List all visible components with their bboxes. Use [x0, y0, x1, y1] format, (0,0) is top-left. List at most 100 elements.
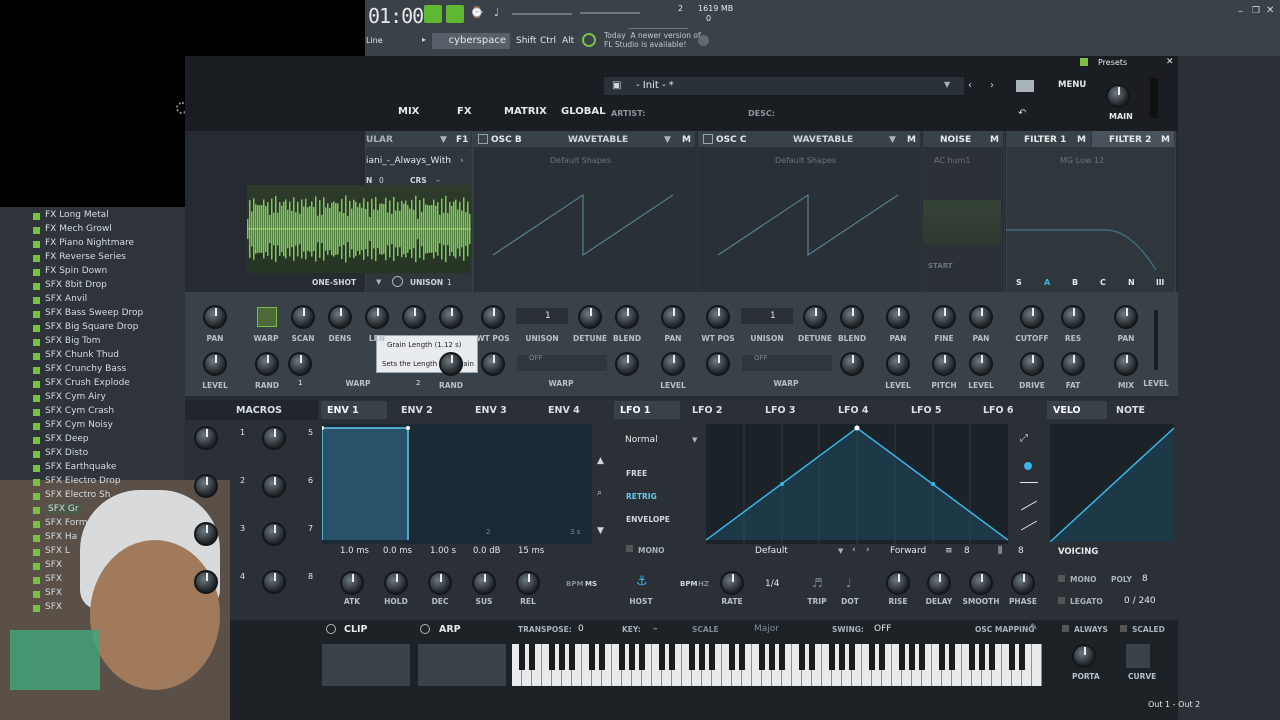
- noise-mute[interactable]: M: [990, 135, 999, 145]
- lfo-preset[interactable]: Default: [755, 546, 788, 556]
- piano-black-key[interactable]: [569, 644, 575, 670]
- piano-black-key[interactable]: [809, 644, 815, 670]
- piano-black-key[interactable]: [779, 644, 785, 670]
- browser-item[interactable]: SFX Crush Explode: [45, 378, 130, 388]
- piano-black-key[interactable]: [589, 644, 595, 670]
- tab-matrix[interactable]: MATRIX: [504, 106, 547, 117]
- scaled-checkbox[interactable]: [1120, 625, 1127, 632]
- key-value[interactable]: –: [653, 624, 658, 634]
- warp-toggle[interactable]: [257, 307, 277, 327]
- osc-b-power[interactable]: [478, 134, 488, 144]
- piano-white-key[interactable]: [1032, 644, 1042, 686]
- env-value-2[interactable]: 0.0 ms: [383, 546, 412, 556]
- osc-a-f1[interactable]: F1: [456, 135, 468, 145]
- rand-knob[interactable]: [255, 352, 279, 376]
- scale-value[interactable]: Major: [754, 624, 779, 634]
- dotted-icon[interactable]: ♩: [846, 576, 852, 590]
- lfo-bpm[interactable]: BPM: [680, 580, 697, 588]
- news-icon[interactable]: [582, 33, 596, 47]
- filter-route-6[interactable]: lll: [1156, 278, 1164, 287]
- macro-knob-7[interactable]: [194, 570, 218, 594]
- swing-value[interactable]: OFF: [874, 624, 891, 634]
- lfo-preset-dropdown-icon[interactable]: ▼: [838, 547, 843, 555]
- curve-control[interactable]: [1126, 644, 1150, 668]
- piano-black-key[interactable]: [549, 644, 555, 670]
- osc-a-level-knob[interactable]: [203, 352, 227, 376]
- warp-amount-knob[interactable]: [288, 352, 312, 376]
- osc-b-type[interactable]: WAVETABLE: [568, 135, 628, 145]
- browser-item[interactable]: SFX: [45, 602, 62, 612]
- osc-c-mute[interactable]: M: [907, 135, 916, 145]
- clip-tab[interactable]: CLIP: [344, 624, 368, 635]
- alt-button[interactable]: Alt: [562, 36, 574, 46]
- osc-c-warp2-knob[interactable]: [840, 352, 864, 376]
- preset-bar[interactable]: ▣ - Init - * ▼: [604, 77, 964, 95]
- unison-power-icon[interactable]: [392, 276, 403, 287]
- env-value-3[interactable]: 1.00 s: [430, 546, 456, 556]
- main-volume-knob[interactable]: [1106, 84, 1130, 108]
- filter-2-mute[interactable]: M: [1161, 135, 1170, 145]
- next-preset-icon[interactable]: ›: [990, 80, 994, 91]
- env-ms[interactable]: MS: [585, 580, 597, 588]
- arp-power-icon[interactable]: [420, 624, 430, 634]
- lfo-expand-icon[interactable]: ⤢: [1020, 433, 1028, 444]
- filter-route-3[interactable]: B: [1072, 278, 1078, 287]
- metronome-icon[interactable]: ♩: [494, 6, 499, 19]
- lfo-rate-value[interactable]: 1/4: [765, 579, 779, 589]
- piano-black-key[interactable]: [599, 644, 605, 670]
- filter-2-tab[interactable]: FILTER 2: [1109, 135, 1151, 145]
- clip-keys[interactable]: [322, 644, 410, 686]
- host-sync-icon[interactable]: ⚓: [636, 574, 648, 589]
- browser-item[interactable]: SFX Bass Sweep Drop: [45, 308, 143, 318]
- piano-black-key[interactable]: [879, 644, 885, 670]
- filter-route-5[interactable]: N: [1128, 278, 1135, 287]
- browser-item[interactable]: SFX Electro Sh: [45, 490, 110, 500]
- env-scroll-up-icon[interactable]: ▲: [597, 456, 604, 466]
- osc-mapping-label[interactable]: OSC MAPPING: [975, 625, 1034, 634]
- lfo-mode-dropdown-icon[interactable]: ▼: [692, 436, 697, 444]
- macro-knob-4[interactable]: [262, 474, 286, 498]
- globe-icon[interactable]: [698, 35, 709, 46]
- filter-1-mute[interactable]: M: [1077, 135, 1086, 145]
- osc-a-dropdown-icon[interactable]: ▼: [440, 135, 447, 145]
- noise-fine-knob[interactable]: [932, 305, 956, 329]
- osc-a-mode[interactable]: ULAR: [366, 135, 393, 145]
- master-pitch-slider[interactable]: [580, 12, 640, 14]
- macro-knob-1[interactable]: [194, 426, 218, 450]
- filter-curve-display[interactable]: [1006, 180, 1174, 272]
- lfo-rise-knob[interactable]: [886, 571, 910, 595]
- tab-lfo-3[interactable]: LFO 3: [765, 405, 796, 416]
- lfo-next-icon[interactable]: ›: [866, 545, 870, 555]
- piano-black-key[interactable]: [769, 644, 775, 670]
- piano-black-key[interactable]: [919, 644, 925, 670]
- osc-a-file[interactable]: iani_-_Always_With: [366, 156, 451, 166]
- tab-env-4[interactable]: ENV 4: [548, 405, 580, 416]
- browser-item[interactable]: SFX: [45, 560, 62, 570]
- piano-black-key[interactable]: [709, 644, 715, 670]
- osc-c-level-knob[interactable]: [886, 352, 910, 376]
- output-routing[interactable]: Out 1 - Out 2: [1148, 700, 1200, 709]
- osc-b-pan-knob[interactable]: [661, 305, 685, 329]
- tab-lfo-6[interactable]: LFO 6: [983, 405, 1014, 416]
- filter-cutoff-knob[interactable]: [1020, 305, 1044, 329]
- snap-selector[interactable]: Line: [366, 36, 418, 48]
- filter-route-1[interactable]: S: [1016, 278, 1022, 287]
- lfo-graph[interactable]: [705, 424, 1009, 544]
- tab-lfo-2[interactable]: LFO 2: [692, 405, 723, 416]
- envelope-graph[interactable]: [320, 424, 592, 544]
- browser-item[interactable]: SFX 8bit Drop: [45, 280, 107, 290]
- scan-knob[interactable]: [291, 305, 315, 329]
- noise-pan-knob[interactable]: [969, 305, 993, 329]
- osc-a-next-icon[interactable]: ›: [460, 156, 464, 166]
- rand-2-knob[interactable]: [439, 352, 463, 376]
- env-zoom-icon[interactable]: ⌕: [597, 488, 602, 498]
- lfo-hz[interactable]: HZ: [698, 580, 709, 588]
- osc-c-warp-knob[interactable]: [706, 352, 730, 376]
- lfo-envelope[interactable]: ENVELOPE: [626, 515, 670, 524]
- filter-route-4[interactable]: C: [1100, 278, 1106, 287]
- filter-level-slider[interactable]: [1154, 310, 1158, 370]
- lfo-retrig[interactable]: RETRIG: [626, 492, 657, 501]
- lfo-grid-icon[interactable]: ≡: [945, 546, 953, 556]
- piano-black-key[interactable]: [939, 644, 945, 670]
- lfo-mode-select[interactable]: Normal: [625, 435, 658, 445]
